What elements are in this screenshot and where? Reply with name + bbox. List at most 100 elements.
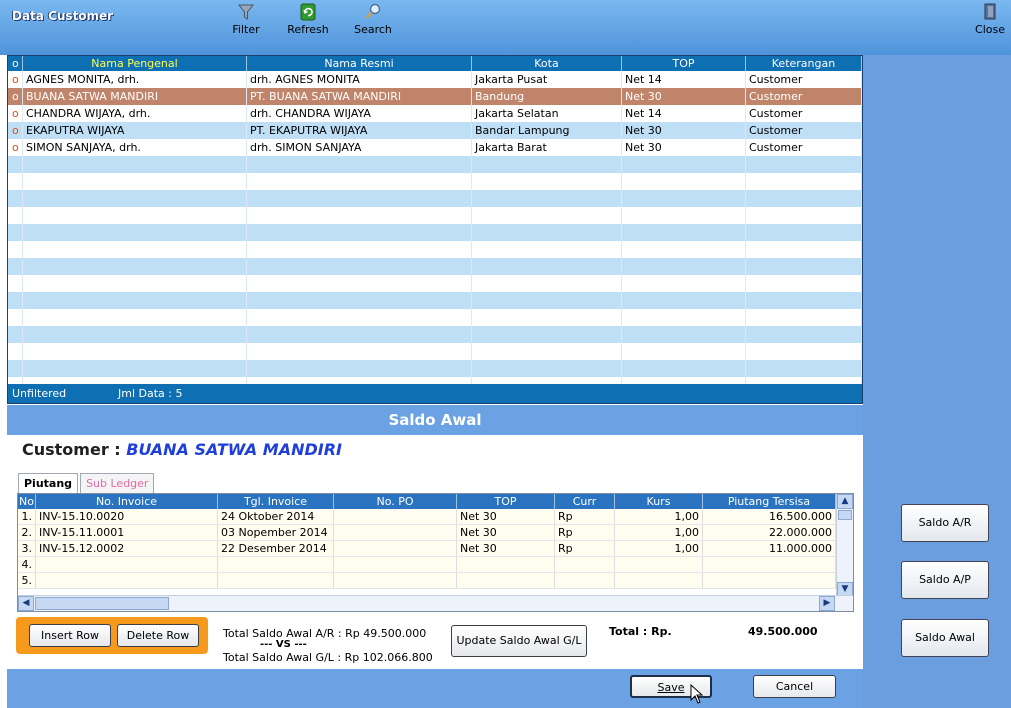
update-saldo-gl-button[interactable]: Update Saldo Awal G/L bbox=[451, 625, 587, 657]
col-top[interactable]: TOP bbox=[457, 494, 555, 509]
invoice-cell-piutang[interactable]: 16.500.000 bbox=[703, 509, 836, 524]
invoice-cell-top[interactable] bbox=[457, 557, 555, 572]
refresh-button[interactable]: Refresh bbox=[284, 2, 332, 36]
scroll-thumb[interactable] bbox=[838, 510, 852, 520]
invoice-cell-tgl[interactable]: 03 Nopember 2014 bbox=[218, 525, 334, 540]
col-curr[interactable]: Curr bbox=[555, 494, 615, 509]
saldo-ap-button[interactable]: Saldo A/P bbox=[901, 561, 989, 599]
col-kurs[interactable]: Kurs bbox=[615, 494, 703, 509]
col-piutang-tersisa[interactable]: Piutang Tersisa bbox=[703, 494, 836, 509]
invoice-cell-kurs[interactable] bbox=[615, 573, 703, 588]
invoice-row[interactable]: 4. bbox=[18, 557, 853, 573]
col-no[interactable]: No bbox=[18, 494, 36, 509]
delete-row-button[interactable]: Delete Row bbox=[117, 624, 199, 647]
empty-row[interactable] bbox=[8, 275, 862, 292]
invoice-cell-no[interactable]: 2. bbox=[18, 525, 36, 540]
col-no-invoice[interactable]: No. Invoice bbox=[36, 494, 218, 509]
empty-row[interactable] bbox=[8, 360, 862, 377]
col-kota[interactable]: Kota bbox=[472, 56, 622, 71]
invoice-cell-curr[interactable] bbox=[555, 573, 615, 588]
empty-row[interactable] bbox=[8, 207, 862, 224]
invoice-cell-invoice[interactable] bbox=[36, 573, 218, 588]
empty-row[interactable] bbox=[8, 326, 862, 343]
filter-button[interactable]: Filter bbox=[229, 2, 263, 36]
invoice-cell-kurs[interactable]: 1,00 bbox=[615, 509, 703, 524]
tab-sub-ledger[interactable]: Sub Ledger bbox=[80, 473, 155, 493]
invoice-cell-piutang[interactable]: 22.000.000 bbox=[703, 525, 836, 540]
invoice-cell-kurs[interactable]: 1,00 bbox=[615, 525, 703, 540]
cell-empty bbox=[23, 326, 247, 343]
horizontal-scrollbar[interactable]: ◀ ▶ bbox=[18, 595, 853, 611]
invoice-cell-invoice[interactable]: INV-15.10.0020 bbox=[36, 509, 218, 524]
search-button[interactable]: Search bbox=[351, 2, 395, 36]
invoice-cell-tgl[interactable] bbox=[218, 573, 334, 588]
cell-keterangan: Customer bbox=[746, 122, 862, 139]
invoice-cell-top[interactable] bbox=[457, 573, 555, 588]
search-icon bbox=[365, 3, 381, 19]
invoice-cell-piutang[interactable] bbox=[703, 557, 836, 572]
close-button[interactable]: Close bbox=[972, 2, 1008, 36]
hscroll-thumb[interactable] bbox=[35, 597, 169, 610]
invoice-cell-top[interactable]: Net 30 bbox=[457, 525, 555, 540]
empty-row[interactable] bbox=[8, 190, 862, 207]
customer-row[interactable]: o CHANDRA WIJAYA, drh. drh. CHANDRA WIJAYA… bbox=[8, 105, 862, 122]
customer-row[interactable]: o EKAPUTRA WIJAYA PT. EKAPUTRA WIJAYA Banda… bbox=[8, 122, 862, 139]
invoice-cell-curr[interactable] bbox=[555, 557, 615, 572]
saldo-ar-button[interactable]: Saldo A/R bbox=[901, 504, 989, 542]
invoice-cell-piutang[interactable] bbox=[703, 573, 836, 588]
invoice-cell-top[interactable]: Net 30 bbox=[457, 541, 555, 556]
cancel-button[interactable]: Cancel bbox=[753, 675, 836, 698]
col-nama-pengenal[interactable]: Nama Pengenal bbox=[23, 56, 247, 71]
invoice-cell-no[interactable]: 5. bbox=[18, 573, 36, 588]
empty-row[interactable] bbox=[8, 292, 862, 309]
invoice-cell-curr[interactable]: Rp bbox=[555, 509, 615, 524]
invoice-cell-no[interactable]: 1. bbox=[18, 509, 36, 524]
scroll-up-icon[interactable]: ▲ bbox=[837, 494, 853, 509]
col-marker[interactable]: o bbox=[8, 56, 23, 71]
empty-row[interactable] bbox=[8, 156, 862, 173]
invoice-cell-invoice[interactable]: INV-15.12.0002 bbox=[36, 541, 218, 556]
invoice-cell-curr[interactable]: Rp bbox=[555, 525, 615, 540]
col-keterangan[interactable]: Keterangan bbox=[746, 56, 862, 71]
invoice-cell-kurs[interactable]: 1,00 bbox=[615, 541, 703, 556]
tab-piutang[interactable]: Piutang bbox=[18, 473, 79, 493]
empty-row[interactable] bbox=[8, 173, 862, 190]
invoice-cell-tgl[interactable]: 24 Oktober 2014 bbox=[218, 509, 334, 524]
invoice-cell-tgl[interactable]: 22 Desember 2014 bbox=[218, 541, 334, 556]
invoice-cell-invoice[interactable]: INV-15.11.0001 bbox=[36, 525, 218, 540]
invoice-cell-kurs[interactable] bbox=[615, 557, 703, 572]
customer-row[interactable]: o SIMON SANJAYA, drh. drh. SIMON SANJAYA Ja… bbox=[8, 139, 862, 156]
empty-row[interactable] bbox=[8, 309, 862, 326]
invoice-row[interactable]: 5. bbox=[18, 573, 853, 589]
invoice-cell-po[interactable] bbox=[334, 509, 457, 524]
empty-row[interactable] bbox=[8, 258, 862, 275]
invoice-row[interactable]: 2. INV-15.11.0001 03 Nopember 2014 Net 30 Rp… bbox=[18, 525, 853, 541]
empty-row[interactable] bbox=[8, 224, 862, 241]
col-tgl-invoice[interactable]: Tgl. Invoice bbox=[218, 494, 334, 509]
invoice-cell-po[interactable] bbox=[334, 525, 457, 540]
insert-row-button[interactable]: Insert Row bbox=[29, 624, 111, 647]
invoice-cell-curr[interactable]: Rp bbox=[555, 541, 615, 556]
empty-row[interactable] bbox=[8, 343, 862, 360]
saldo-awal-button[interactable]: Saldo Awal bbox=[901, 619, 989, 657]
col-top[interactable]: TOP bbox=[622, 56, 746, 71]
col-nama-resmi[interactable]: Nama Resmi bbox=[247, 56, 472, 71]
invoice-cell-po[interactable] bbox=[334, 541, 457, 556]
invoice-cell-tgl[interactable] bbox=[218, 557, 334, 572]
customer-row[interactable]: o AGNES MONITA, drh. drh. AGNES MONITA Jaka… bbox=[8, 71, 862, 88]
customer-row[interactable]: o BUANA SATWA MANDIRI PT. BUANA SATWA MAND… bbox=[8, 88, 862, 105]
invoice-cell-invoice[interactable] bbox=[36, 557, 218, 572]
scroll-right-icon[interactable]: ▶ bbox=[819, 596, 835, 611]
scroll-left-icon[interactable]: ◀ bbox=[18, 596, 34, 611]
invoice-cell-po[interactable] bbox=[334, 573, 457, 588]
invoice-cell-po[interactable] bbox=[334, 557, 457, 572]
invoice-cell-no[interactable]: 4. bbox=[18, 557, 36, 572]
empty-row[interactable] bbox=[8, 241, 862, 258]
invoice-cell-piutang[interactable]: 11.000.000 bbox=[703, 541, 836, 556]
invoice-row[interactable]: 3. INV-15.12.0002 22 Desember 2014 Net 30 Rp… bbox=[18, 541, 853, 557]
invoice-row[interactable]: 1. INV-15.10.0020 24 Oktober 2014 Net 30 Rp 1… bbox=[18, 509, 853, 525]
invoice-cell-no[interactable]: 3. bbox=[18, 541, 36, 556]
vertical-scrollbar[interactable]: ▲ ▼ bbox=[836, 494, 853, 597]
col-no-po[interactable]: No. PO bbox=[334, 494, 457, 509]
invoice-cell-top[interactable]: Net 30 bbox=[457, 509, 555, 524]
